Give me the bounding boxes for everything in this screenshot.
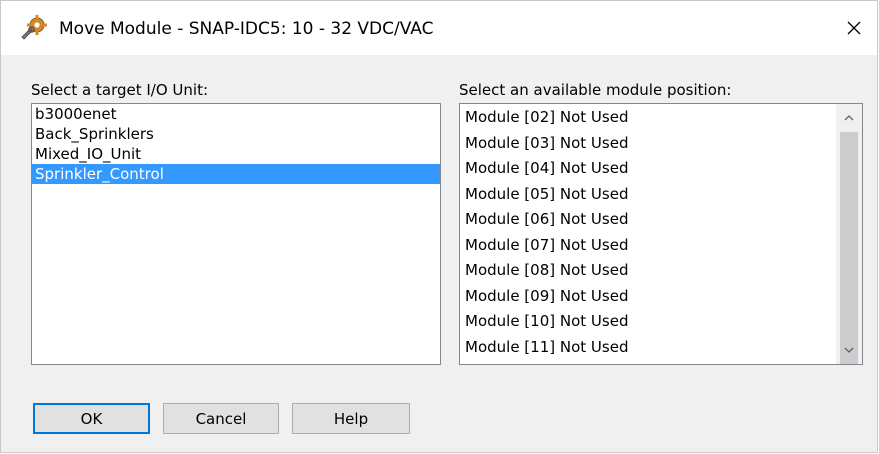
wrench-gear-icon [21,15,47,40]
list-item[interactable]: Module [04] Not Used [460,156,836,182]
io-unit-listbox[interactable]: b3000enet Back_Sprinklers Mixed_IO_Unit Spr… [31,103,441,365]
list-item[interactable]: Module [07] Not Used [460,233,836,259]
list-item[interactable]: Module [11] Not Used [460,335,836,361]
scroll-down-button[interactable] [836,340,862,360]
help-button[interactable]: Help [292,403,410,434]
vertical-scrollbar[interactable] [836,104,862,364]
list-item[interactable]: Module [09] Not Used [460,284,836,310]
target-io-unit-label: Select a target I/O Unit: [31,81,209,99]
window-title: Move Module - SNAP-IDC5: 10 - 32 VDC/VAC [59,19,434,39]
scroll-thumb[interactable] [840,132,858,364]
list-item[interactable]: Mixed_IO_Unit [32,144,440,164]
module-position-listbox[interactable]: Module [02] Not Used Module [03] Not Used… [459,103,863,365]
list-item[interactable]: Module [10] Not Used [460,309,836,335]
list-item[interactable]: Module [05] Not Used [460,182,836,208]
list-item[interactable]: Back_Sprinklers [32,124,440,144]
chevron-down-icon [844,347,854,353]
list-item[interactable]: Sprinkler_Control [32,164,440,184]
list-item[interactable]: b3000enet [32,104,440,124]
list-item[interactable]: Module [08] Not Used [460,258,836,284]
list-item[interactable]: Module [02] Not Used [460,105,836,131]
list-item[interactable]: Module [03] Not Used [460,131,836,157]
list-item[interactable]: Module [06] Not Used [460,207,836,233]
close-icon [847,21,861,35]
title-bar[interactable]: Move Module - SNAP-IDC5: 10 - 32 VDC/VAC [1,1,877,55]
chevron-up-icon [844,115,854,121]
close-button[interactable] [831,1,877,55]
ok-button[interactable]: OK [33,403,150,434]
move-module-dialog: Move Module - SNAP-IDC5: 10 - 32 VDC/VAC… [0,0,878,453]
module-position-label: Select an available module position: [459,81,732,99]
scroll-up-button[interactable] [836,108,862,128]
cancel-button[interactable]: Cancel [163,403,279,434]
